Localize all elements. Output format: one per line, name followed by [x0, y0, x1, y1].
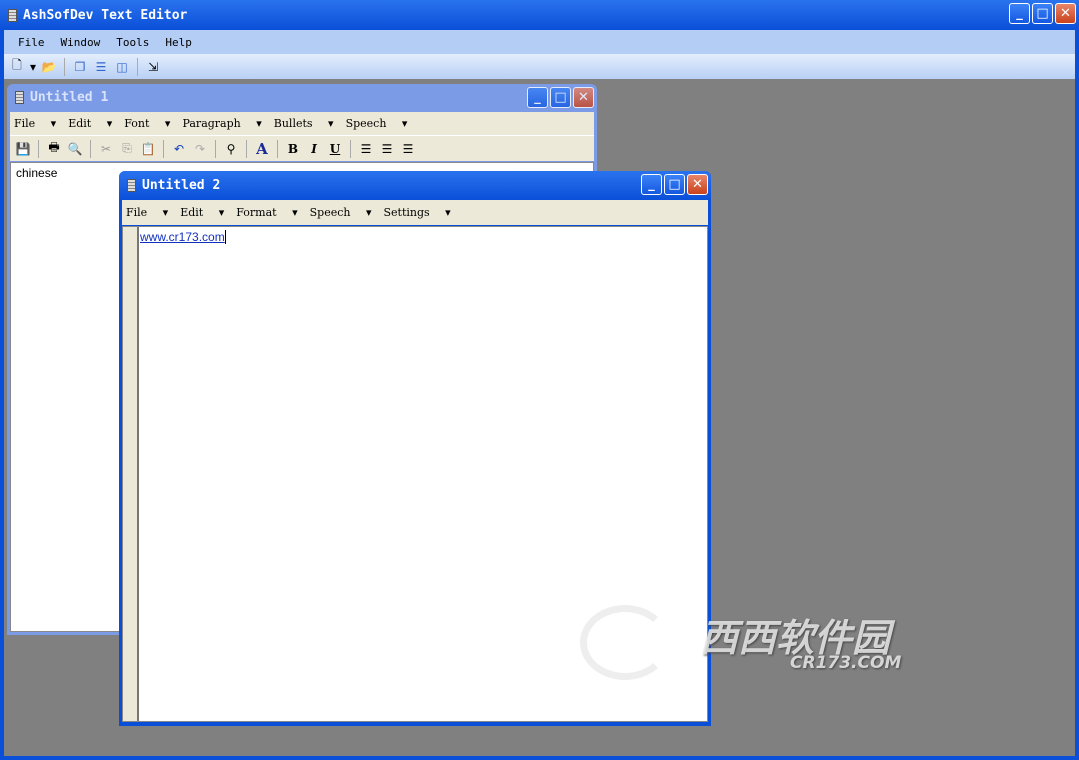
print-preview-icon[interactable]: 🔍 — [66, 140, 84, 158]
doc-icon — [127, 179, 136, 192]
find-icon[interactable]: ⚲ — [222, 140, 240, 158]
menu-window[interactable]: Window — [61, 36, 101, 49]
menu-tools[interactable]: Tools — [116, 36, 149, 49]
redo-icon[interactable]: ↷ — [191, 140, 209, 158]
menu-speech[interactable]: Speech ▾ — [346, 117, 408, 130]
tile-horizontal-icon[interactable]: ☰ — [92, 58, 110, 76]
cascade-windows-icon[interactable]: ❐ — [71, 58, 89, 76]
align-left-icon[interactable]: ☰ — [357, 140, 375, 158]
app-toolbar: 🗋 ▾ 📂 ❐ ☰ ◫ ⇲ — [4, 54, 1075, 79]
open-folder-icon[interactable]: 📂 — [40, 58, 58, 76]
exit-icon[interactable]: ⇲ — [144, 58, 162, 76]
menu-format[interactable]: Format ▾ — [236, 206, 297, 219]
doc1-content: chinese — [16, 166, 58, 180]
font-color-icon[interactable]: A — [253, 140, 271, 158]
align-right-icon[interactable]: ☰ — [399, 140, 417, 158]
doc1-menu-bar: File ▾ Edit ▾ Font ▾ Paragraph ▾ Bullets… — [10, 112, 594, 135]
menu-file[interactable]: File ▾ — [14, 117, 56, 130]
doc2-title-bar: Untitled 2 _ □ ✕ — [119, 171, 711, 200]
menu-font[interactable]: Font ▾ — [124, 117, 170, 130]
watermark-subtext: CR173.COM — [790, 653, 902, 673]
undo-icon[interactable]: ↶ — [170, 140, 188, 158]
bold-icon[interactable]: B — [284, 140, 302, 158]
save-icon[interactable]: 💾 — [14, 140, 32, 158]
close-button[interactable]: ✕ — [687, 174, 708, 195]
cut-icon[interactable]: ✂ — [97, 140, 115, 158]
doc2-link[interactable]: www.cr173.com — [140, 230, 226, 244]
copy-icon[interactable]: ⎘ — [118, 140, 136, 158]
doc2-menu-bar: File ▾ Edit ▾ Format ▾ Speech ▾ Settings… — [122, 200, 708, 225]
doc2-title: Untitled 2 — [142, 178, 221, 193]
new-document-icon[interactable]: 🗋 — [8, 58, 26, 76]
underline-icon[interactable]: U — [326, 140, 344, 158]
minimize-button[interactable]: _ — [1009, 3, 1030, 24]
print-icon[interactable]: 🖶 — [45, 140, 63, 158]
menu-settings[interactable]: Settings ▾ — [384, 206, 451, 219]
menu-speech[interactable]: Speech ▾ — [310, 206, 372, 219]
maximize-button[interactable]: □ — [550, 87, 571, 108]
dropdown-arrow-icon[interactable]: ▾ — [29, 58, 37, 76]
maximize-button[interactable]: □ — [1032, 3, 1053, 24]
italic-icon[interactable]: I — [305, 140, 323, 158]
close-button[interactable]: ✕ — [573, 87, 594, 108]
menu-file[interactable]: File — [18, 36, 45, 49]
menu-help[interactable]: Help — [165, 36, 192, 49]
menu-paragraph[interactable]: Paragraph ▾ — [182, 117, 261, 130]
app-menu-bar: File Window Tools Help — [4, 30, 1075, 54]
watermark-logo: 西西软件园 CR173.COM — [580, 605, 970, 685]
tile-vertical-icon[interactable]: ◫ — [113, 58, 131, 76]
minimize-button[interactable]: _ — [527, 87, 548, 108]
close-button[interactable]: ✕ — [1055, 3, 1076, 24]
doc1-toolbar: 💾 🖶 🔍 ✂ ⎘ 📋 ↶ ↷ ⚲ A BIU ☰ ☰ ☰ — [10, 135, 594, 161]
minimize-button[interactable]: _ — [641, 174, 662, 195]
menu-edit[interactable]: Edit ▾ — [180, 206, 224, 219]
paste-icon[interactable]: 📋 — [139, 140, 157, 158]
doc1-title-bar: Untitled 1 _ □ ✕ — [7, 84, 597, 111]
app-icon — [8, 8, 17, 22]
menu-bullets[interactable]: Bullets ▾ — [274, 117, 334, 130]
doc1-title: Untitled 1 — [30, 90, 109, 105]
app-title: AshSofDev Text Editor — [23, 7, 188, 23]
menu-edit[interactable]: Edit ▾ — [68, 117, 112, 130]
doc-icon — [15, 91, 24, 104]
menu-file[interactable]: File ▾ — [126, 206, 168, 219]
align-center-icon[interactable]: ☰ — [378, 140, 396, 158]
maximize-button[interactable]: □ — [664, 174, 685, 195]
app-title-bar: AshSofDev Text Editor _ □ ✕ — [0, 0, 1079, 30]
